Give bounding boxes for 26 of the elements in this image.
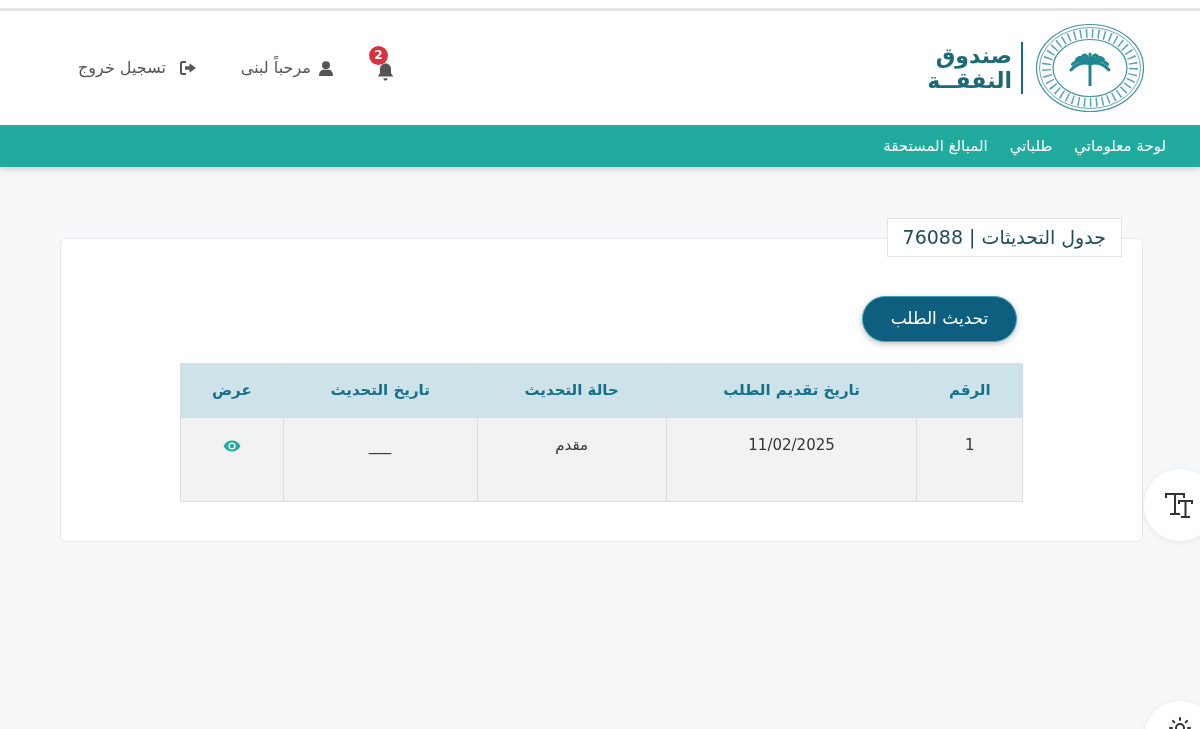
notification-count: 2 xyxy=(368,45,388,65)
logo-title: صندوق xyxy=(934,42,1012,68)
column-header: حالة التحديث xyxy=(477,363,667,418)
column-header: تاريخ التحديث xyxy=(283,363,478,418)
nav-link[interactable]: المبالغ المستحقة xyxy=(872,134,999,158)
panel-title: جدول التحديثات | 76088 xyxy=(886,218,1122,257)
user-menu-link[interactable]: مرحباً لبنى xyxy=(240,56,333,80)
table-cell: 1 xyxy=(916,417,1023,502)
font-size-icon xyxy=(1165,492,1195,518)
eye-icon xyxy=(222,439,241,452)
logo-title: النفقــة xyxy=(927,68,1012,94)
column-header: تاريخ تقديم الطلب xyxy=(666,363,917,418)
font-size-button[interactable] xyxy=(1144,469,1200,541)
logout-link[interactable]: تسجيل خروج xyxy=(78,56,197,80)
column-header: الرقم xyxy=(916,363,1023,418)
update-request-button[interactable]: تحديث الطلب xyxy=(862,296,1017,342)
sign-out-icon xyxy=(179,61,197,75)
nav-link[interactable]: لوحة معلوماتي xyxy=(1063,134,1177,158)
table-cell: ___ xyxy=(283,417,478,502)
bell-icon xyxy=(376,61,394,81)
column-header: عرض xyxy=(180,363,284,418)
palm-emblem-icon xyxy=(1035,23,1145,113)
nav-link[interactable]: طلباتي xyxy=(998,134,1064,158)
user-icon xyxy=(318,60,333,76)
table-cell: 11/02/2025 xyxy=(666,417,917,502)
table-cell: مقدم xyxy=(477,417,667,502)
